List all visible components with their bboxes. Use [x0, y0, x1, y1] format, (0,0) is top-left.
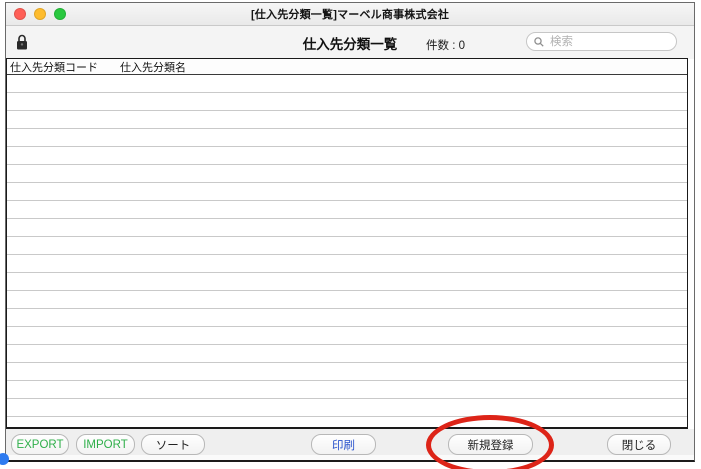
- search-input[interactable]: [548, 34, 669, 49]
- minimize-window-button[interactable]: [34, 8, 46, 20]
- toolbar: 仕入先分類一覧 件数 : 0: [6, 26, 694, 59]
- close-button[interactable]: 閉じる: [607, 434, 671, 455]
- export-button[interactable]: EXPORT: [11, 434, 69, 455]
- new-entry-button[interactable]: 新規登録: [448, 434, 533, 455]
- close-window-button[interactable]: [14, 8, 26, 20]
- column-header-code: 仕入先分類コード: [10, 61, 98, 74]
- search-icon: [534, 36, 544, 47]
- decorative-blue-dot: [0, 453, 9, 465]
- traffic-lights: [14, 3, 66, 25]
- screen: [仕入先分類一覧]マーベル商事株式会社 仕入先分類一覧 件数 : 0 仕入: [0, 0, 701, 469]
- table-body-empty: [7, 75, 687, 427]
- window-titlebar: [仕入先分類一覧]マーベル商事株式会社: [6, 3, 694, 26]
- supplier-category-table: 仕入先分類コード 仕入先分類名: [6, 58, 688, 429]
- app-window: [仕入先分類一覧]マーベル商事株式会社 仕入先分類一覧 件数 : 0 仕入: [5, 2, 695, 462]
- zoom-window-button[interactable]: [54, 8, 66, 20]
- table-header: 仕入先分類コード 仕入先分類名: [7, 59, 687, 75]
- search-field[interactable]: [526, 32, 677, 51]
- print-button[interactable]: 印刷: [311, 434, 376, 455]
- footer-bar: EXPORT IMPORT ソート 印刷 新規登録 閉じる: [6, 429, 694, 460]
- record-count: 件数 : 0: [426, 37, 465, 53]
- record-count-label: 件数 :: [426, 40, 456, 52]
- window-title: [仕入先分類一覧]マーベル商事株式会社: [250, 9, 450, 21]
- record-count-value: 0: [458, 40, 465, 52]
- import-button[interactable]: IMPORT: [76, 434, 135, 455]
- sort-button[interactable]: ソート: [141, 434, 205, 455]
- column-header-name: 仕入先分類名: [120, 61, 186, 74]
